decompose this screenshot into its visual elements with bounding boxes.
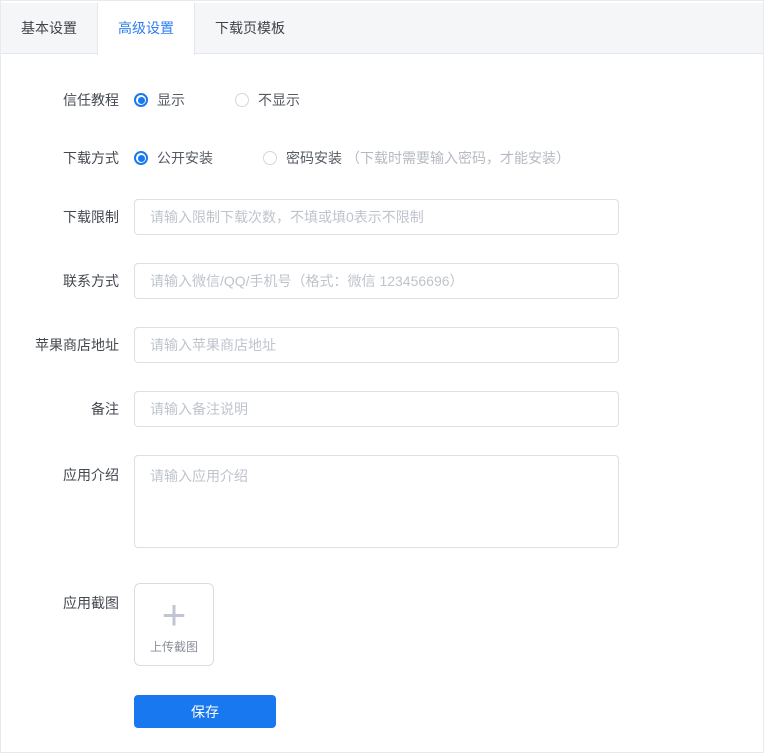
app-intro-textarea[interactable]: [134, 455, 619, 548]
radio-icon: [134, 151, 148, 165]
download-method-label: 下载方式: [63, 150, 119, 166]
tab-download-page-template-label: 下载页模板: [215, 20, 285, 36]
trust-tutorial-option-hide[interactable]: 不显示: [235, 90, 300, 110]
tab-download-page-template[interactable]: 下载页模板: [195, 3, 305, 54]
upload-screenshot-button[interactable]: + 上传截图: [134, 583, 214, 666]
radio-option-label: 公开安装: [157, 150, 213, 166]
app-intro-label: 应用介绍: [63, 467, 119, 483]
trust-tutorial-radio-group: 显示 不显示: [134, 90, 300, 110]
radio-icon: [235, 93, 249, 107]
trust-tutorial-option-show[interactable]: 显示: [134, 90, 185, 110]
radio-option-label: 不显示: [258, 92, 300, 108]
remark-row: 备注: [1, 391, 763, 427]
trust-tutorial-row: 信任教程 显示 不显示: [1, 90, 763, 110]
upload-screenshot-text: 上传截图: [149, 639, 198, 654]
tab-advanced-settings[interactable]: 高级设置: [97, 3, 195, 55]
radio-icon: [134, 93, 148, 107]
tab-advanced-settings-label: 高级设置: [118, 20, 174, 36]
save-button[interactable]: 保存: [134, 695, 276, 728]
download-limit-row: 下载限制: [1, 199, 763, 235]
plus-icon: +: [161, 590, 187, 638]
trust-tutorial-label: 信任教程: [63, 92, 119, 108]
apple-store-label: 苹果商店地址: [35, 337, 119, 353]
download-method-row: 下载方式 公开安装 密码安装 （下载时需要输入密码，才能安装）: [1, 148, 763, 168]
app-intro-row: 应用介绍: [1, 455, 763, 553]
tab-basic-settings[interactable]: 基本设置: [1, 3, 97, 54]
tab-basic-settings-label: 基本设置: [21, 20, 77, 36]
download-method-radio-group: 公开安装 密码安装 （下载时需要输入密码，才能安装）: [134, 148, 570, 168]
radio-option-label: 显示: [157, 92, 185, 108]
contact-input[interactable]: [134, 263, 619, 299]
apple-store-row: 苹果商店地址: [1, 327, 763, 363]
password-install-note: （下载时需要输入密码，才能安装）: [346, 150, 570, 166]
radio-option-label: 密码安装: [286, 150, 342, 166]
download-limit-input[interactable]: [134, 199, 619, 235]
app-screenshot-label: 应用截图: [63, 595, 119, 611]
download-limit-label: 下载限制: [63, 209, 119, 225]
contact-label: 联系方式: [63, 273, 119, 289]
settings-page: 基本设置 高级设置 下载页模板 信任教程 显示 不显示 下载方式 公开安装 密码…: [0, 0, 764, 753]
advanced-settings-form: 信任教程 显示 不显示 下载方式 公开安装 密码安装 （下载时需要输入密码，才能…: [1, 54, 763, 728]
radio-icon: [263, 151, 277, 165]
remark-input[interactable]: [134, 391, 619, 427]
remark-label: 备注: [91, 401, 119, 417]
contact-row: 联系方式: [1, 263, 763, 299]
apple-store-input[interactable]: [134, 327, 619, 363]
tab-bar: 基本设置 高级设置 下载页模板: [1, 3, 763, 55]
download-method-option-password[interactable]: 密码安装 （下载时需要输入密码，才能安装）: [263, 148, 570, 168]
download-method-option-public[interactable]: 公开安装: [134, 148, 213, 168]
app-screenshot-row: 应用截图 + 上传截图: [1, 583, 763, 666]
